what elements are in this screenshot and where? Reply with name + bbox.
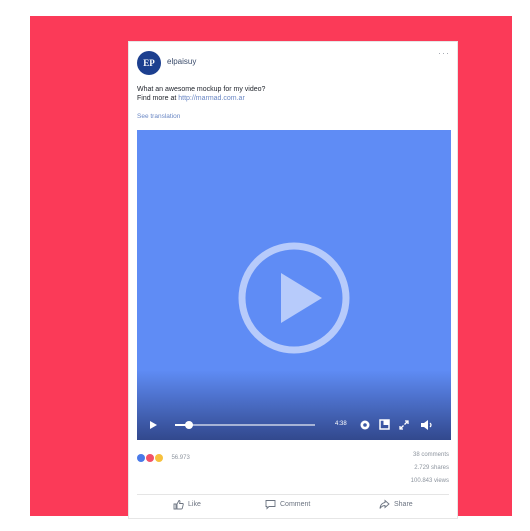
post-card: EP elpaisuy ··· What an awesome mockup f…	[128, 41, 458, 519]
share-button[interactable]: Share	[379, 499, 413, 510]
shares-count[interactable]: 2.729 shares	[411, 462, 449, 475]
avatar[interactable]: EP	[137, 51, 161, 75]
haha-reaction-icon	[155, 453, 163, 462]
like-reaction-icon	[137, 453, 145, 462]
settings-icon[interactable]	[359, 419, 371, 431]
caption-line: What an awesome mockup for my video?	[137, 86, 266, 93]
caption-link[interactable]: http://marmad.com.ar	[178, 95, 245, 102]
background-panel: EP elpaisuy ··· What an awesome mockup f…	[30, 16, 512, 519]
see-translation-link[interactable]: See translation	[137, 113, 180, 120]
caption-line: Find more at http://marmad.com.ar	[137, 94, 437, 103]
like-button[interactable]: Like	[173, 499, 201, 510]
thumbs-up-icon	[173, 500, 184, 510]
video-controls: 4:38	[137, 410, 451, 440]
comments-count[interactable]: 38 comments	[411, 449, 449, 462]
comment-icon	[265, 500, 276, 510]
divider	[137, 494, 449, 495]
post-caption: What an awesome mockup for my video? Fin…	[137, 85, 437, 103]
play-circle-icon[interactable]	[236, 240, 352, 356]
reactions-summary[interactable]: 56.973	[137, 449, 190, 462]
play-icon[interactable]	[149, 420, 158, 430]
engagement-stats: 38 comments 2.729 shares 100.843 views	[411, 449, 449, 488]
share-icon	[379, 499, 390, 509]
comment-button[interactable]: Comment	[265, 499, 310, 510]
volume-icon[interactable]	[420, 419, 434, 431]
share-label: Share	[394, 501, 413, 508]
caption-prefix: Find more at	[137, 95, 179, 102]
progress-bar[interactable]	[175, 421, 315, 429]
popout-icon[interactable]	[379, 419, 390, 430]
comment-label: Comment	[280, 501, 311, 508]
reaction-count: 56.973	[171, 454, 190, 461]
video-player[interactable]: 4:38	[137, 130, 451, 440]
action-bar: Like Comment Share	[129, 499, 457, 515]
views-count: 100.843 views	[410, 478, 449, 484]
like-label: Like	[188, 501, 201, 508]
fullscreen-icon[interactable]	[399, 420, 409, 430]
love-reaction-icon	[146, 453, 154, 462]
progress-handle[interactable]	[185, 421, 193, 429]
more-options-button[interactable]: ···	[438, 48, 450, 58]
page-name-link[interactable]: elpaisuy	[167, 57, 196, 66]
video-time: 4:38	[335, 421, 347, 427]
